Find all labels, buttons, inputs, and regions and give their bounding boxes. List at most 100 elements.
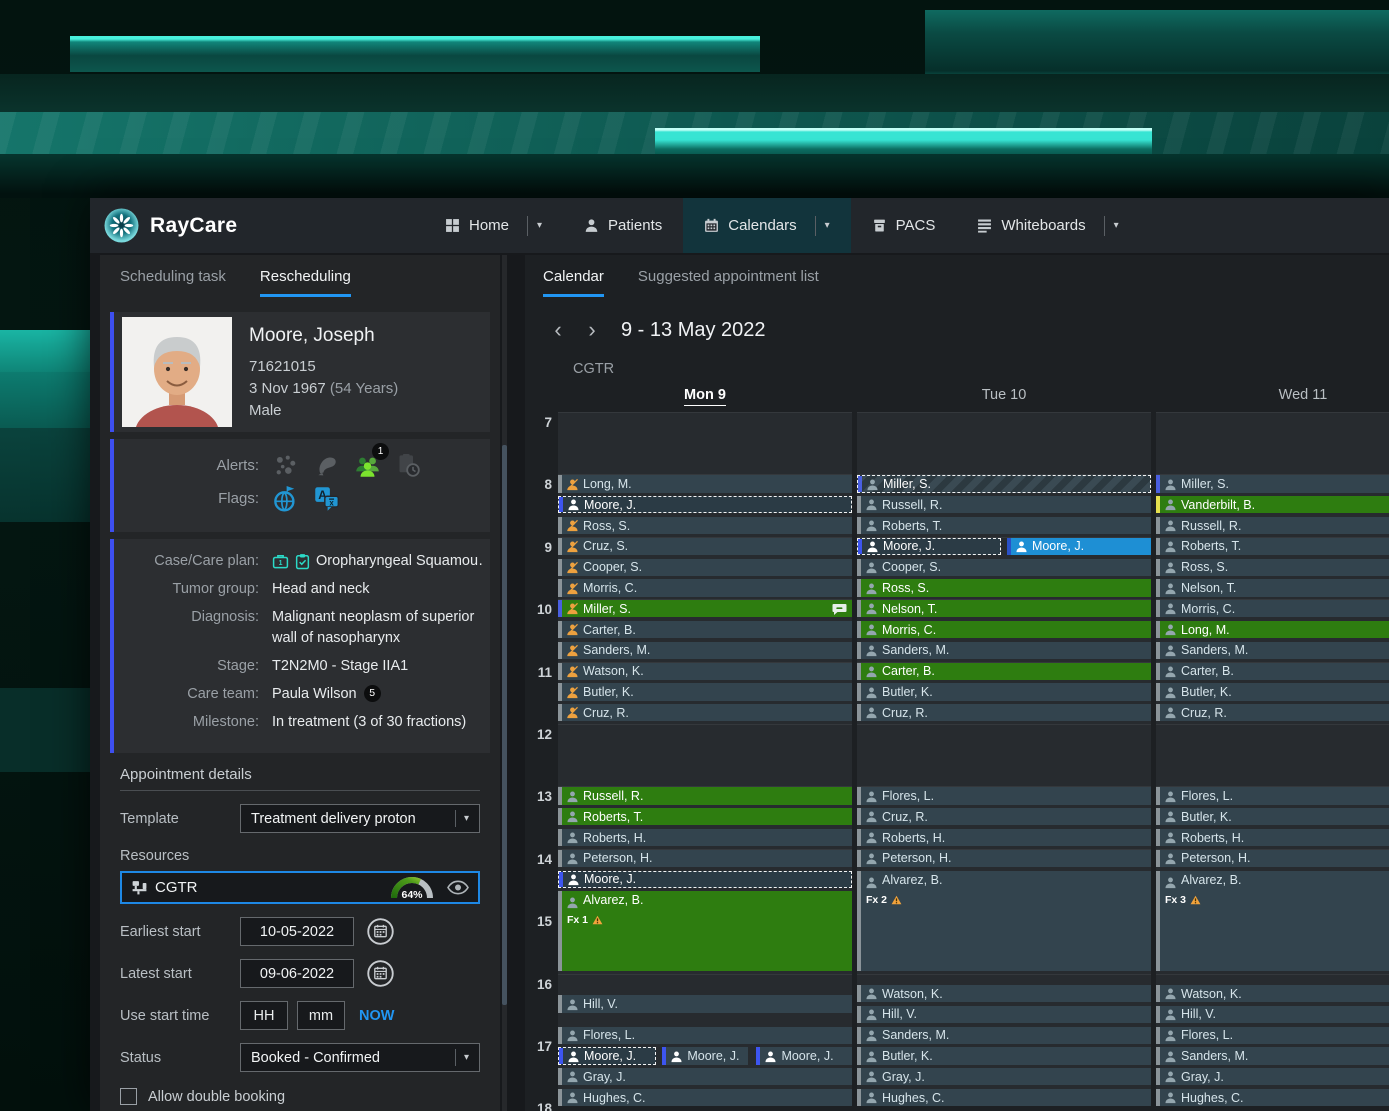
eye-icon[interactable] — [447, 880, 469, 895]
appointment[interactable]: Butler, K. — [857, 683, 1151, 700]
appointment[interactable]: Watson, K. — [1156, 985, 1389, 1002]
nav-item-calendars[interactable]: Calendars▾ — [683, 198, 850, 253]
implant-icon[interactable] — [313, 452, 340, 479]
appointment[interactable]: Hughes, C. — [1156, 1089, 1389, 1106]
appointment[interactable]: Butler, K. — [857, 1047, 1151, 1064]
appointment[interactable]: Moore, J. — [756, 1047, 852, 1064]
appointment[interactable]: Sanders, M. — [1156, 642, 1389, 659]
appointment[interactable]: Roberts, T. — [857, 517, 1151, 534]
appointment[interactable]: Peterson, H. — [1156, 850, 1389, 867]
appointment[interactable]: Roberts, T. — [558, 808, 852, 825]
appointment[interactable]: Carter, B. — [558, 621, 852, 638]
appointment[interactable]: Cruz, R. — [857, 704, 1151, 721]
appointment[interactable]: Roberts, H. — [558, 829, 852, 846]
appointment[interactable]: Roberts, H. — [857, 829, 1151, 846]
appointment[interactable]: Russell, R. — [1156, 517, 1389, 534]
appointment[interactable]: Peterson, H. — [558, 850, 852, 867]
double-booking-checkbox[interactable] — [120, 1088, 137, 1105]
appointment[interactable]: Ross, S. — [857, 579, 1151, 596]
day-header-mon-9[interactable]: Mon 9 — [558, 387, 852, 403]
left-panel-scrollbar[interactable] — [502, 255, 507, 1111]
cells-icon[interactable] — [272, 452, 299, 479]
appointment[interactable]: Carter, B. — [857, 663, 1151, 680]
appointment[interactable]: Long, M. — [1156, 621, 1389, 638]
appointment[interactable]: Moore, J. — [558, 496, 852, 513]
chevron-down-icon[interactable]: ▾ — [537, 220, 542, 231]
appointment[interactable]: Alvarez, B.Fx 3 — [1156, 871, 1389, 972]
appointment[interactable]: Butler, K. — [558, 683, 852, 700]
resource-row[interactable]: CGTR 64% — [120, 871, 480, 904]
appointment[interactable]: Miller, S. — [558, 600, 852, 617]
globe-flag-icon[interactable] — [272, 485, 299, 512]
appointment[interactable]: Long, M. — [558, 475, 852, 492]
appointment[interactable]: Morris, C. — [1156, 600, 1389, 617]
appointment[interactable]: Butler, K. — [1156, 683, 1389, 700]
chevron-down-icon[interactable]: ▾ — [825, 220, 830, 231]
appointment[interactable]: Moore, J. — [558, 871, 852, 888]
appointment[interactable]: Sanders, M. — [857, 642, 1151, 659]
appointment[interactable]: Russell, R. — [857, 496, 1151, 513]
appointment[interactable]: Moore, J. — [1007, 538, 1151, 555]
nav-item-whiteboards[interactable]: Whiteboards▾ — [956, 198, 1139, 253]
appointment[interactable]: Peterson, H. — [857, 850, 1151, 867]
latest-start-input[interactable]: 09-06-2022 — [240, 959, 354, 988]
appointment[interactable]: Alvarez, B.Fx 1 — [558, 891, 852, 971]
appointment[interactable]: Flores, L. — [857, 787, 1151, 804]
translate-icon[interactable]: Ax — [313, 485, 340, 512]
appointment[interactable]: Miller, S. — [1156, 475, 1389, 492]
appointment[interactable]: Vanderbilt, B. — [1156, 496, 1389, 513]
appointment[interactable]: Hill, V. — [1156, 1006, 1389, 1023]
appointment[interactable]: Russell, R. — [558, 787, 852, 804]
tab-rescheduling[interactable]: Rescheduling — [260, 268, 351, 297]
appointment[interactable]: Roberts, H. — [1156, 829, 1389, 846]
appointment[interactable]: Butler, K. — [1156, 808, 1389, 825]
day-header-tue-10[interactable]: Tue 10 — [857, 387, 1151, 403]
appointment[interactable]: Sanders, M. — [558, 642, 852, 659]
care-team-icon[interactable]: 1 — [354, 452, 381, 479]
appointment[interactable]: Cooper, S. — [857, 559, 1151, 576]
appointment[interactable]: Miller, S. — [857, 475, 1151, 492]
appointment[interactable]: Cooper, S. — [558, 559, 852, 576]
day-column-wed-11[interactable]: Miller, S. Vanderbilt, B. Russell, R. Rober… — [1156, 412, 1389, 1099]
appointment[interactable]: Alvarez, B.Fx 2 — [857, 871, 1151, 972]
appointment[interactable]: Hill, V. — [558, 995, 852, 1012]
appointment[interactable]: Nelson, T. — [857, 600, 1151, 617]
appointment[interactable]: Morris, C. — [558, 579, 852, 596]
appointment[interactable]: Nelson, T. — [1156, 579, 1389, 596]
template-select[interactable]: Treatment delivery proton ▾ — [240, 804, 480, 833]
appointment[interactable]: Sanders, M. — [1156, 1047, 1389, 1064]
appointment[interactable]: Gray, J. — [1156, 1068, 1389, 1085]
now-link[interactable]: NOW — [359, 1008, 394, 1024]
appointment[interactable]: Roberts, T. — [1156, 538, 1389, 555]
appointment[interactable]: Watson, K. — [558, 663, 852, 680]
earliest-calendar-button[interactable] — [367, 918, 394, 945]
appointment[interactable]: Ross, S. — [558, 517, 852, 534]
appointment[interactable]: Moore, J. — [558, 1047, 656, 1064]
appointment[interactable]: Flores, L. — [1156, 787, 1389, 804]
tab-scheduling-task[interactable]: Scheduling task — [120, 268, 226, 297]
appointment[interactable]: Watson, K. — [857, 985, 1151, 1002]
appointment[interactable]: Gray, J. — [857, 1068, 1151, 1085]
appointment[interactable]: Sanders, M. — [857, 1027, 1151, 1044]
appointment[interactable]: Flores, L. — [558, 1027, 852, 1044]
appointment[interactable]: Hughes, C. — [558, 1089, 852, 1106]
appointment[interactable]: Ross, S. — [1156, 559, 1389, 576]
hour-input[interactable]: HH — [240, 1001, 288, 1030]
appointment[interactable]: Morris, C. — [857, 621, 1151, 638]
earliest-start-input[interactable]: 10-05-2022 — [240, 917, 354, 946]
appointment[interactable]: Cruz, R. — [857, 808, 1151, 825]
appointment[interactable]: Cruz, R. — [558, 704, 852, 721]
appointment[interactable]: Gray, J. — [558, 1068, 852, 1085]
comment-icon[interactable] — [832, 603, 847, 616]
appointment[interactable]: Moore, J. — [662, 1047, 747, 1064]
day-column-mon-9[interactable]: Long, M. Moore, J. Ross, S. Cruz, S. Cooper,… — [558, 412, 852, 1099]
appointment[interactable]: Moore, J. — [857, 538, 1001, 555]
appointment[interactable]: Cruz, S. — [558, 538, 852, 555]
appointment[interactable]: Hill, V. — [857, 1006, 1151, 1023]
minute-input[interactable]: mm — [297, 1001, 345, 1030]
nav-item-home[interactable]: Home▾ — [424, 198, 563, 253]
day-header-wed-11[interactable]: Wed 11 — [1156, 387, 1389, 403]
appointment[interactable]: Flores, L. — [1156, 1027, 1389, 1044]
scrollbar-thumb[interactable] — [502, 445, 507, 1005]
day-column-tue-10[interactable]: Miller, S. Russell, R. Roberts, T. Moore, J… — [857, 412, 1151, 1099]
